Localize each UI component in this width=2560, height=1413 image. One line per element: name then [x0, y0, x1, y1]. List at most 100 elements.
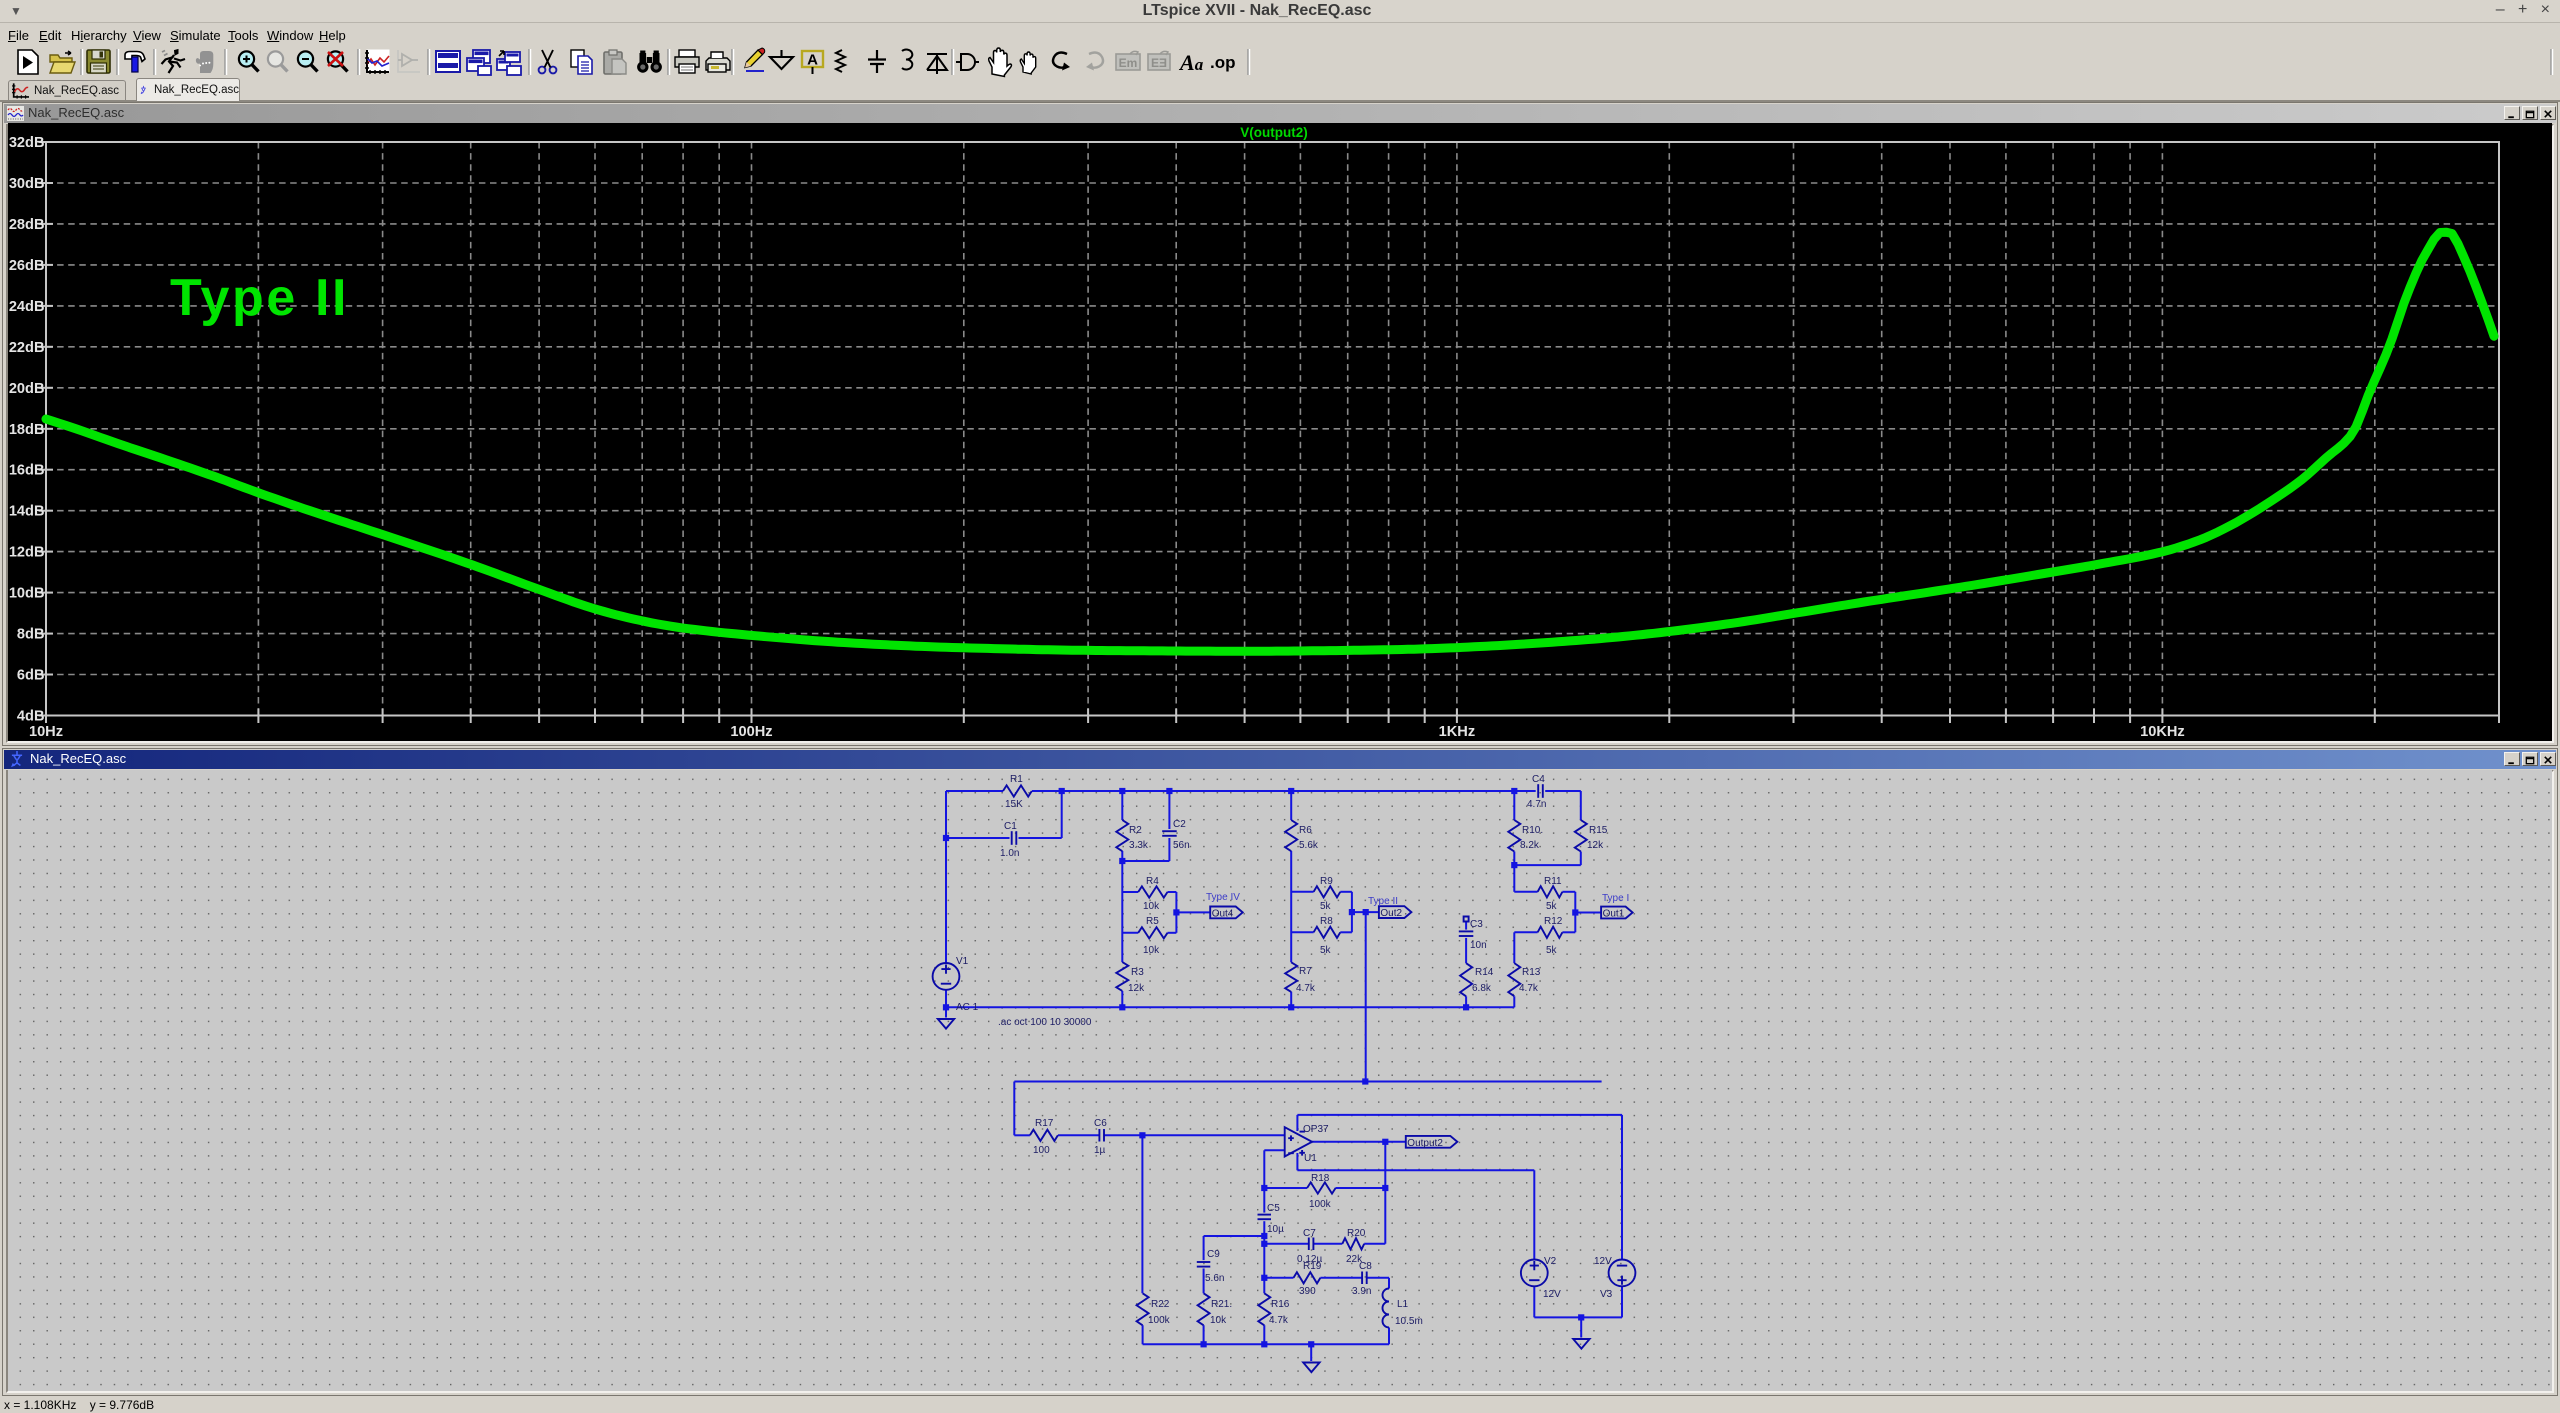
svg-text:Out4: Out4	[1212, 908, 1234, 919]
svg-text:Output2: Output2	[1407, 1138, 1443, 1149]
svg-text:12dB: 12dB	[9, 545, 45, 561]
svg-text:R22: R22	[1151, 1299, 1170, 1310]
svg-text:22dB: 22dB	[9, 340, 45, 356]
svg-text:R5: R5	[1146, 916, 1159, 927]
svg-text:3.3k: 3.3k	[1129, 840, 1149, 851]
svg-text:20dB: 20dB	[9, 381, 45, 397]
svg-text:.op: .op	[1210, 53, 1236, 72]
svg-text:12V: 12V	[1594, 1256, 1612, 1267]
svg-text:V(output2): V(output2)	[1240, 125, 1307, 140]
svg-text:10dB: 10dB	[9, 586, 45, 602]
svg-text:V2: V2	[1544, 1256, 1557, 1267]
svg-text:Type IV: Type IV	[1206, 892, 1240, 903]
svg-text:Out1: Out1	[1603, 909, 1625, 920]
svg-text:4.7n: 4.7n	[1527, 799, 1546, 810]
svg-text:R4: R4	[1146, 876, 1159, 887]
svg-text:5k: 5k	[1320, 901, 1332, 912]
svg-text:8dB: 8dB	[17, 627, 45, 643]
svg-text:C6: C6	[1094, 1118, 1107, 1129]
svg-text:26dB: 26dB	[9, 258, 45, 274]
svg-text:14dB: 14dB	[9, 504, 45, 520]
svg-text:C5: C5	[1267, 1203, 1280, 1214]
svg-text:56n: 56n	[1173, 840, 1190, 851]
svg-text:5.6n: 5.6n	[1205, 1273, 1224, 1284]
svg-text:R3: R3	[1131, 967, 1144, 978]
svg-text:AC 1: AC 1	[956, 1002, 979, 1013]
svg-text:390: 390	[1299, 1286, 1316, 1297]
svg-text:Type I: Type I	[1602, 893, 1629, 904]
svg-text:C2: C2	[1173, 819, 1186, 830]
svg-text:12k: 12k	[1128, 983, 1145, 994]
svg-text:R16: R16	[1271, 1299, 1290, 1310]
svg-text:R13: R13	[1522, 967, 1541, 978]
svg-text:1.0n: 1.0n	[1000, 848, 1019, 859]
svg-text:12k: 12k	[1587, 840, 1604, 851]
svg-text:16dB: 16dB	[9, 463, 45, 479]
svg-text:8.2k: 8.2k	[1520, 840, 1540, 851]
svg-text:V3: V3	[1600, 1289, 1613, 1300]
svg-text:C3: C3	[1470, 919, 1483, 930]
svg-text:10n: 10n	[1470, 940, 1487, 951]
svg-text:R17: R17	[1035, 1118, 1054, 1129]
svg-text:100k: 100k	[1309, 1199, 1332, 1210]
svg-text:L1: L1	[1397, 1299, 1409, 1310]
svg-text:5k: 5k	[1320, 945, 1332, 956]
svg-text:1µ: 1µ	[1094, 1145, 1106, 1156]
svg-text:Em: Em	[1119, 56, 1138, 70]
svg-text:4.7k: 4.7k	[1519, 983, 1539, 994]
svg-text:R10.: R10.	[1522, 825, 1543, 836]
svg-text:15K: 15K	[1005, 799, 1023, 810]
svg-text:C4: C4	[1532, 774, 1545, 785]
svg-text:30dB: 30dB	[9, 176, 45, 192]
svg-text:28dB: 28dB	[9, 217, 45, 233]
svg-text:18dB: 18dB	[9, 422, 45, 438]
svg-text:V1: V1	[956, 956, 969, 967]
svg-text:Out2: Out2	[1380, 908, 1402, 919]
svg-text:EƎ: EƎ	[1151, 56, 1167, 70]
svg-text:100: 100	[1033, 1145, 1050, 1156]
svg-text:R6: R6	[1299, 825, 1312, 836]
svg-text:100Hz: 100Hz	[730, 724, 772, 739]
svg-text:10k: 10k	[1143, 945, 1160, 956]
svg-text:5.6k: 5.6k	[1299, 840, 1319, 851]
svg-text:R9: R9	[1320, 876, 1333, 887]
svg-text:10µ: 10µ	[1267, 1224, 1284, 1235]
svg-text:6dB: 6dB	[17, 668, 45, 684]
svg-text:R12: R12	[1544, 916, 1563, 927]
svg-text:R2: R2	[1129, 825, 1142, 836]
svg-text:5k: 5k	[1546, 901, 1558, 912]
svg-text:R20: R20	[1347, 1228, 1366, 1239]
svg-text:100k: 100k	[1148, 1315, 1171, 1326]
svg-text:R14: R14	[1475, 967, 1494, 978]
svg-text:1KHz: 1KHz	[1439, 724, 1476, 739]
svg-text:5k: 5k	[1546, 945, 1558, 956]
svg-text:Type II: Type II	[1368, 896, 1398, 907]
svg-text:6.8k: 6.8k	[1472, 983, 1492, 994]
svg-text:10k: 10k	[1210, 1315, 1227, 1326]
svg-text:R8: R8	[1320, 916, 1333, 927]
svg-text:C9: C9	[1207, 1249, 1220, 1260]
svg-text:32dB: 32dB	[9, 135, 45, 151]
svg-text:4dB: 4dB	[17, 709, 45, 725]
svg-text:R19: R19	[1303, 1261, 1322, 1272]
svg-text:U1: U1	[1304, 1153, 1317, 1164]
svg-text:24dB: 24dB	[9, 299, 45, 315]
svg-text:R7: R7	[1299, 966, 1312, 977]
svg-text:R1: R1	[1010, 774, 1023, 785]
svg-text:C8: C8	[1359, 1261, 1372, 1272]
svg-text:R11: R11	[1544, 876, 1562, 887]
svg-text:3.9n: 3.9n	[1352, 1286, 1371, 1297]
svg-text:4.7k: 4.7k	[1296, 983, 1316, 994]
svg-text:R15: R15	[1589, 825, 1608, 836]
svg-text:12V: 12V	[1543, 1289, 1561, 1300]
svg-text:C1: C1	[1004, 821, 1017, 832]
svg-text:R18: R18	[1311, 1173, 1330, 1184]
svg-text:.ac oct 100 10 30000: .ac oct 100 10 30000	[998, 1017, 1092, 1028]
svg-text:Type II: Type II	[170, 269, 349, 327]
svg-text:10.5m: 10.5m	[1395, 1316, 1423, 1327]
svg-text:10Hz: 10Hz	[29, 724, 63, 739]
svg-text:OP37: OP37	[1303, 1124, 1329, 1135]
svg-text:R21.: R21.	[1211, 1299, 1232, 1310]
svg-text:C7: C7	[1303, 1228, 1316, 1239]
svg-text:A: A	[807, 52, 818, 69]
